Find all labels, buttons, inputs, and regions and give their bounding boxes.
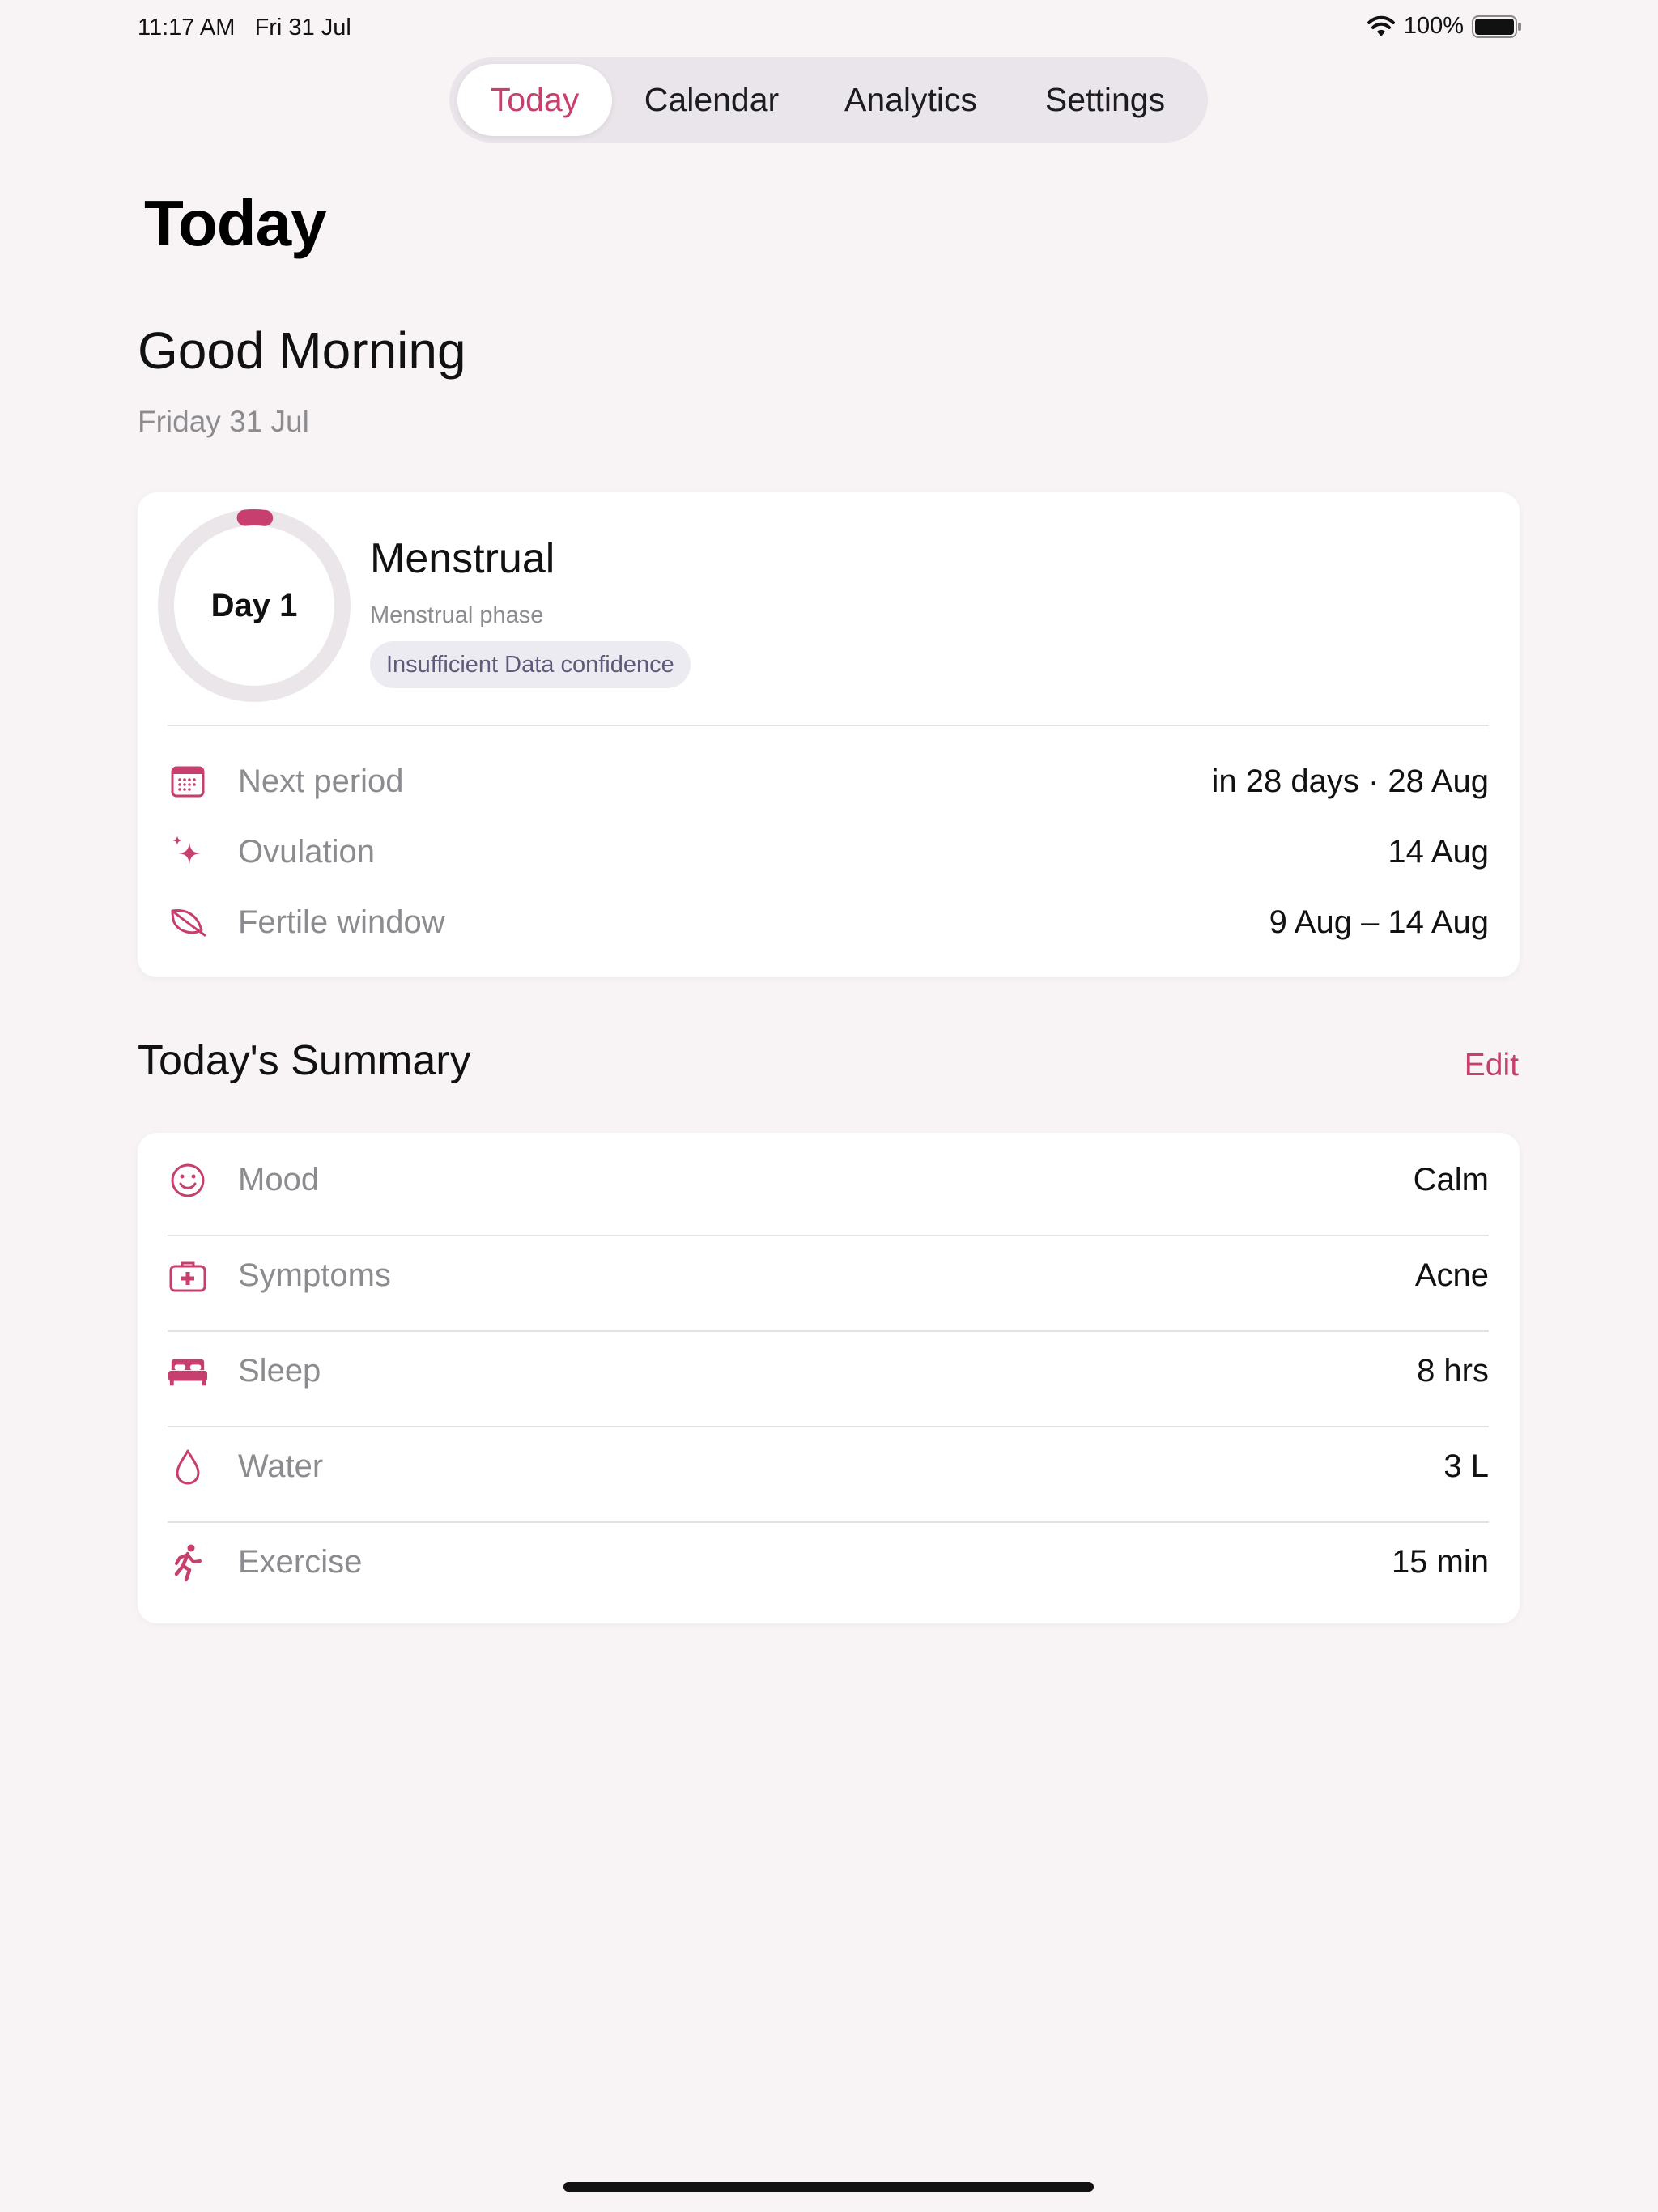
symptoms-row[interactable]: Symptoms Acne bbox=[168, 1228, 1489, 1323]
water-label: Water bbox=[238, 1448, 324, 1484]
water-row[interactable]: Water 3 L bbox=[168, 1419, 1489, 1514]
battery-icon bbox=[1472, 15, 1521, 38]
sleep-row[interactable]: Sleep 8 hrs bbox=[168, 1324, 1489, 1419]
status-bar: 11:17 AM Fri 31 Jul 100% bbox=[0, 0, 1658, 57]
edit-button[interactable]: Edit bbox=[1465, 1048, 1519, 1083]
smiley-icon bbox=[168, 1160, 208, 1201]
sleep-label: Sleep bbox=[238, 1353, 321, 1389]
calendar-icon bbox=[168, 761, 208, 802]
summary-title: Today's Summary bbox=[138, 1037, 471, 1084]
fertile-window-row: Fertile window 9 Aug – 14 Aug bbox=[168, 898, 1489, 946]
status-date: Fri 31 Jul bbox=[254, 15, 351, 40]
leaf-icon bbox=[168, 902, 208, 942]
phase-title: Menstrual bbox=[370, 535, 555, 582]
confidence-badge: Insufficient Data confidence bbox=[370, 641, 691, 688]
status-time: 11:17 AM Fri 31 Jul bbox=[138, 15, 351, 41]
tab-bar: Today Calendar Analytics Settings bbox=[449, 57, 1208, 143]
page-title: Today bbox=[144, 187, 327, 259]
mood-row[interactable]: Mood Calm bbox=[168, 1133, 1489, 1227]
ovulation-row: Ovulation 14 Aug bbox=[168, 827, 1489, 876]
mood-label: Mood bbox=[238, 1162, 320, 1197]
status-clock: 11:17 AM bbox=[138, 15, 236, 40]
running-figure-icon bbox=[168, 1542, 208, 1583]
symptoms-value: Acne bbox=[1414, 1257, 1489, 1293]
sparkle-icon bbox=[168, 832, 208, 872]
ovulation-label: Ovulation bbox=[238, 833, 375, 870]
fertile-window-value: 9 Aug – 14 Aug bbox=[1269, 904, 1489, 940]
tab-settings[interactable]: Settings bbox=[1010, 64, 1200, 136]
tab-analytics[interactable]: Analytics bbox=[811, 64, 1010, 136]
cycle-day-label: Day 1 bbox=[210, 587, 298, 623]
cycle-card[interactable]: Day 1 Menstrual Menstrual phase Insuffic… bbox=[138, 492, 1520, 977]
next-period-row: Next period in 28 days · 28 Aug bbox=[168, 757, 1489, 806]
summary-card: Mood Calm Symptoms Acne Sleep 8 hrs Wate… bbox=[138, 1133, 1520, 1623]
next-period-label: Next period bbox=[238, 763, 404, 799]
ovulation-value: 14 Aug bbox=[1388, 833, 1489, 870]
wifi-icon bbox=[1367, 15, 1395, 36]
exercise-label: Exercise bbox=[238, 1544, 363, 1580]
sleep-value: 8 hrs bbox=[1417, 1353, 1489, 1389]
bed-icon bbox=[168, 1351, 208, 1392]
mood-value: Calm bbox=[1413, 1162, 1489, 1197]
phase-subtitle: Menstrual phase bbox=[370, 602, 544, 628]
water-value: 3 L bbox=[1443, 1448, 1489, 1484]
status-indicators: 100% bbox=[1367, 13, 1522, 40]
next-period-value: in 28 days · 28 Aug bbox=[1211, 763, 1489, 799]
card-divider bbox=[168, 725, 1489, 726]
greeting: Good Morning bbox=[138, 321, 466, 380]
battery-percentage: 100% bbox=[1403, 13, 1464, 39]
symptoms-label: Symptoms bbox=[238, 1257, 391, 1293]
drop-icon bbox=[168, 1447, 208, 1487]
date-line: Friday 31 Jul bbox=[138, 405, 309, 438]
medical-kit-icon bbox=[168, 1256, 208, 1296]
tab-today[interactable]: Today bbox=[457, 64, 612, 136]
fertile-window-label: Fertile window bbox=[238, 904, 445, 940]
exercise-row[interactable]: Exercise 15 min bbox=[168, 1515, 1489, 1610]
exercise-value: 15 min bbox=[1391, 1544, 1489, 1580]
home-indicator[interactable] bbox=[563, 2182, 1094, 2192]
tab-calendar[interactable]: Calendar bbox=[612, 64, 811, 136]
